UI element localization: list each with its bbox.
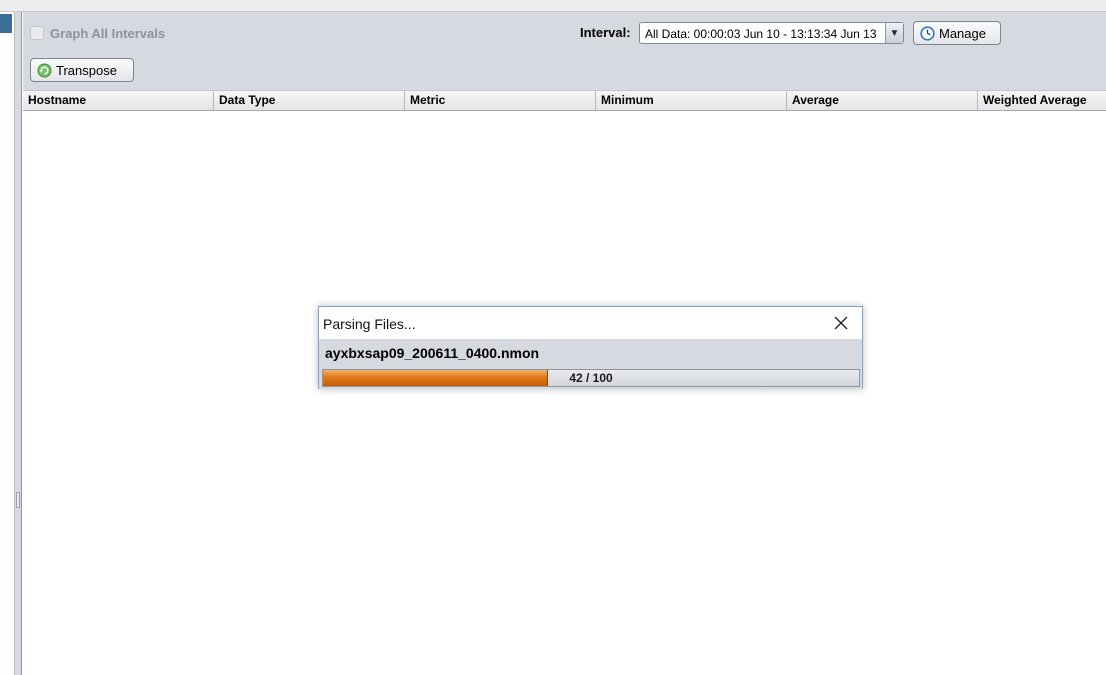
split-pane-divider[interactable] (14, 12, 22, 675)
current-file-name: ayxbxsap09_200611_0400.nmon (325, 345, 540, 361)
refresh-icon (37, 63, 52, 78)
graph-all-intervals-label: Graph All Intervals (50, 25, 166, 41)
dialog-body: ayxbxsap09_200611_0400.nmon 42 / 100 (319, 339, 862, 389)
parsing-progress-dialog: Parsing Files... ayxbxsap09_200611_0400.… (318, 306, 863, 389)
interval-label: Interval: (580, 25, 631, 40)
column-header-minimum[interactable]: Minimum (596, 91, 787, 110)
graph-all-intervals-checkbox[interactable] (30, 26, 44, 40)
manage-button[interactable]: Manage (913, 21, 1001, 45)
table-body (23, 111, 1106, 675)
top-strip (0, 0, 1106, 12)
interval-select-value: All Data: 00:00:03 Jun 10 - 13:13:34 Jun… (645, 27, 877, 41)
transpose-button-label: Transpose (56, 62, 117, 78)
close-icon[interactable] (828, 313, 854, 333)
clock-icon (920, 25, 935, 41)
left-panel (0, 33, 14, 675)
left-panel-tab[interactable] (0, 14, 12, 33)
transpose-button[interactable]: Transpose (30, 58, 134, 82)
progress-text: 42 / 100 (569, 371, 613, 385)
chevron-down-icon[interactable]: ▼ (885, 23, 903, 43)
manage-button-label: Manage (939, 25, 986, 41)
dialog-title-bar: Parsing Files... (319, 307, 862, 339)
app-window: Graph All Intervals Interval: All Data: … (0, 0, 1106, 675)
interval-controls: Graph All Intervals Interval: All Data: … (23, 12, 1106, 90)
progress-bar: 42 / 100 (322, 369, 860, 387)
column-header-metric[interactable]: Metric (405, 91, 596, 110)
graph-all-intervals-option[interactable]: Graph All Intervals (30, 25, 165, 41)
divider-grip[interactable] (16, 492, 20, 508)
column-header-average[interactable]: Average (787, 91, 978, 110)
column-header-data-type[interactable]: Data Type (214, 91, 405, 110)
column-header-weighted-average[interactable]: Weighted Average (978, 91, 1106, 110)
table-header: Hostname Data Type Metric Minimum Averag… (23, 90, 1106, 111)
column-header-hostname[interactable]: Hostname (23, 91, 214, 110)
dialog-title: Parsing Files... (323, 316, 416, 332)
interval-select[interactable]: All Data: 00:00:03 Jun 10 - 13:13:34 Jun… (639, 22, 904, 44)
